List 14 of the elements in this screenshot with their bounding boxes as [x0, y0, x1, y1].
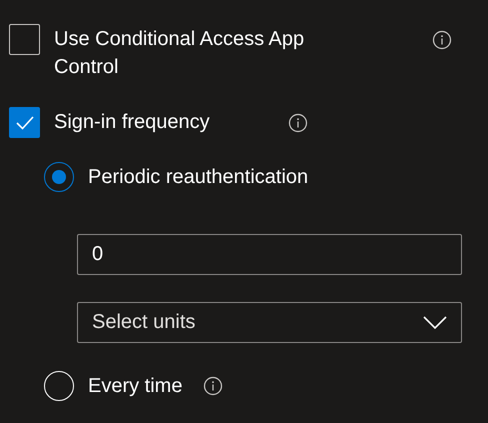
checkmark-icon — [14, 114, 34, 130]
value-field[interactable]: 0 — [77, 234, 462, 275]
info-icon[interactable] — [432, 30, 452, 50]
info-icon[interactable] — [203, 376, 224, 396]
units-dropdown[interactable]: Select units — [77, 302, 462, 343]
radio-label: Periodic reauthentication — [88, 166, 308, 188]
checkbox-label: Sign-in frequency — [54, 110, 210, 135]
radio-button[interactable] — [44, 162, 74, 192]
info-icon[interactable] — [288, 113, 308, 133]
checkbox[interactable] — [9, 24, 40, 55]
checkbox[interactable] — [9, 107, 40, 138]
checkbox-label: Use Conditional Access App Control — [54, 27, 306, 80]
chevron-down-icon — [423, 316, 447, 330]
radio-label: Every time — [88, 374, 182, 398]
